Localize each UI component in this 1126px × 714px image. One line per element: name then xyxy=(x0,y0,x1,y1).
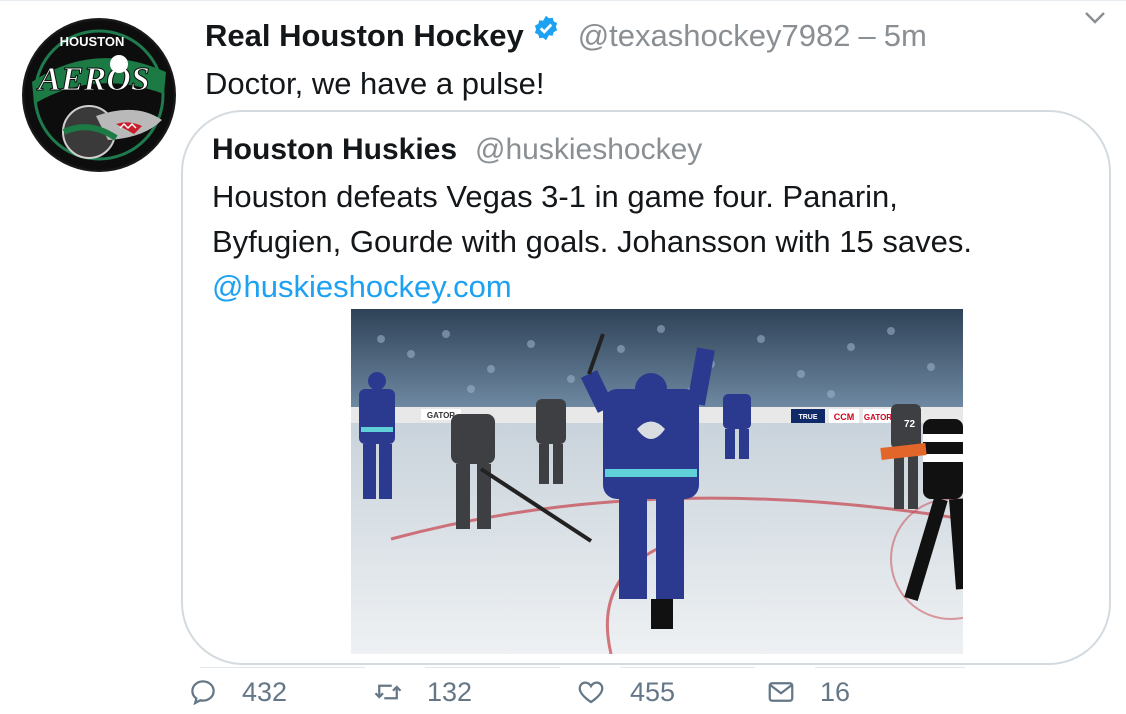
action-divider xyxy=(425,667,560,668)
retweet-count: 132 xyxy=(427,676,473,707)
author-handle[interactable]: @texashockey7982 xyxy=(578,18,851,54)
hockey-game-screenshot-icon: GATOR CCM GATOR TRUE 72 xyxy=(351,309,1012,655)
quoted-media[interactable]: GATOR CCM GATOR TRUE 72 xyxy=(351,309,1012,655)
author-name[interactable]: Real Houston Hockey xyxy=(205,18,524,54)
board-label: GATOR xyxy=(427,411,455,420)
logo-top-text: HOUSTON xyxy=(60,34,125,49)
tweet-actions: 432 132 455 16 xyxy=(0,670,1126,714)
quoted-header: Houston Huskies @huskieshockey xyxy=(212,130,702,170)
quoted-text-line: Byfugien, Gourde with goals. Johansson w… xyxy=(212,224,972,259)
action-divider xyxy=(200,667,365,668)
jersey-number: 72 xyxy=(904,419,916,430)
tweet-text: Doctor, we have a pulse! xyxy=(205,66,545,101)
action-divider xyxy=(815,667,965,668)
quoted-handle: @huskieshockey xyxy=(475,133,703,166)
chevron-down-icon[interactable] xyxy=(1083,8,1107,28)
houston-aeros-logo-icon: HOUSTON AEROS xyxy=(25,21,173,169)
separator: – xyxy=(858,18,876,53)
timestamp[interactable]: 5m xyxy=(884,18,927,54)
quoted-author-name: Houston Huskies xyxy=(212,133,458,166)
quoted-text: Houston defeats Vegas 3-1 in game four. … xyxy=(212,174,972,309)
reply-button[interactable]: 432 xyxy=(188,670,287,714)
avatar[interactable]: HOUSTON AEROS xyxy=(22,18,176,172)
like-button[interactable]: 455 xyxy=(576,670,675,714)
reply-icon xyxy=(191,680,215,706)
board-label: TRUE xyxy=(798,414,817,421)
like-count: 455 xyxy=(630,676,676,707)
top-border xyxy=(0,0,1126,1)
heart-icon xyxy=(578,681,604,704)
quoted-text-line: Houston defeats Vegas 3-1 in game four. … xyxy=(212,179,898,214)
envelope-icon xyxy=(768,682,794,702)
verified-badge-icon xyxy=(524,15,578,53)
board-label: CCM xyxy=(834,412,855,422)
board-label: GATOR xyxy=(864,413,892,422)
quoted-link[interactable]: @huskieshockey.com xyxy=(212,264,972,309)
retweet-button[interactable]: 132 xyxy=(373,670,472,714)
retweet-icon xyxy=(374,684,402,700)
direct-message-button[interactable]: 16 xyxy=(766,670,850,714)
logo-main-text: AEROS xyxy=(36,61,150,98)
tweet-header: Real Houston Hockey @texashockey7982 – 5… xyxy=(205,14,927,58)
reply-count: 432 xyxy=(242,676,288,707)
dm-count: 16 xyxy=(820,676,851,707)
action-divider xyxy=(620,667,755,668)
